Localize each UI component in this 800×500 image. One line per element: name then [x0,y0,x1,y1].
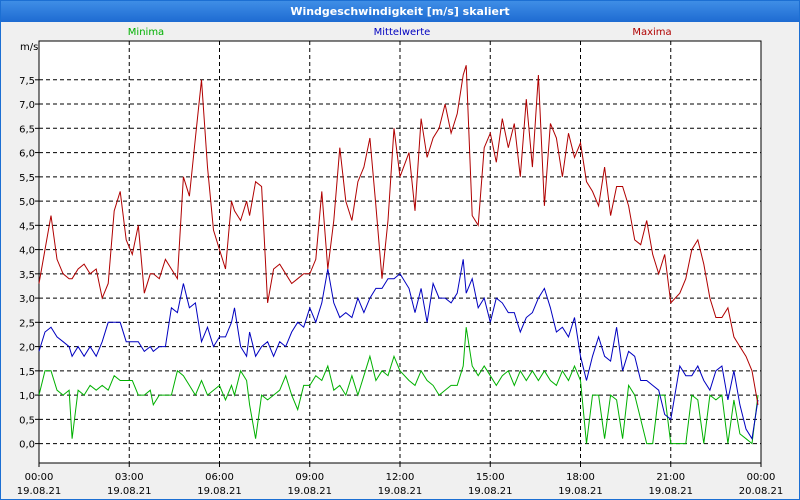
x-tick-labels: 00:00 19.08.21 03:00 19.08.21 06:00 19.08.21 0… [17,472,784,497]
y-axis-unit: m/s [20,42,38,53]
y-tick-label: 3,5 [19,270,35,281]
legend-minima: Minima [128,27,164,38]
x-tick-time: 03:00 [115,472,144,483]
y-tick-label: 6,0 [19,149,35,160]
x-tick-date: 20.08.21 [739,486,784,497]
y-tick-label: 6,5 [19,124,35,135]
x-tick-time: 18:00 [566,472,595,483]
x-tick-date: 19.08.21 [378,486,423,497]
legend-mittelwerte: Mittelwerte [374,27,431,38]
legend: Minima Mittelwerte Maxima [128,27,672,38]
y-tick-label: 2,5 [19,318,35,329]
y-tick-label: 5,5 [19,173,35,184]
x-tick-date: 19.08.21 [468,486,513,497]
y-tick-label: 0,5 [19,415,35,426]
y-tick-label: 3,0 [19,294,35,305]
x-tick-time: 06:00 [205,472,234,483]
y-tick-labels: 0,0 0,5 1,0 1,5 2,0 2,5 3,0 3,5 4,0 4,5 5,0 5,5 6,0 6… [19,76,35,451]
x-tick-time: 00:00 [25,472,54,483]
y-tick-label: 4,5 [19,221,35,232]
y-tick-label: 4,0 [19,246,35,257]
y-tick-label: 7,0 [19,100,35,111]
y-tick-label: 0,0 [19,440,35,451]
y-tick-label: 1,5 [19,367,35,378]
x-tick-time: 21:00 [656,472,685,483]
x-tick-date: 19.08.21 [648,486,693,497]
x-tick-date: 19.08.21 [558,486,603,497]
x-tick-time: 12:00 [386,472,415,483]
y-tick-label: 1,0 [19,391,35,402]
x-tick-time: 00:00 [747,472,776,483]
x-tick-date: 19.08.21 [17,486,62,497]
x-tick-time: 09:00 [295,472,324,483]
x-tick-date: 19.08.21 [107,486,152,497]
x-tick-time: 15:00 [476,472,505,483]
y-tick-label: 5,0 [19,197,35,208]
x-tick-date: 19.08.21 [287,486,332,497]
legend-maxima: Maxima [632,27,671,38]
wind-speed-chart: 0,0 0,5 1,0 1,5 2,0 2,5 3,0 3,5 4,0 4,5 5,0 5,5 6,0 6… [17,27,784,497]
x-tick-date: 19.08.21 [197,486,242,497]
y-tick-label: 7,5 [19,76,35,87]
y-tick-label: 2,0 [19,343,35,354]
